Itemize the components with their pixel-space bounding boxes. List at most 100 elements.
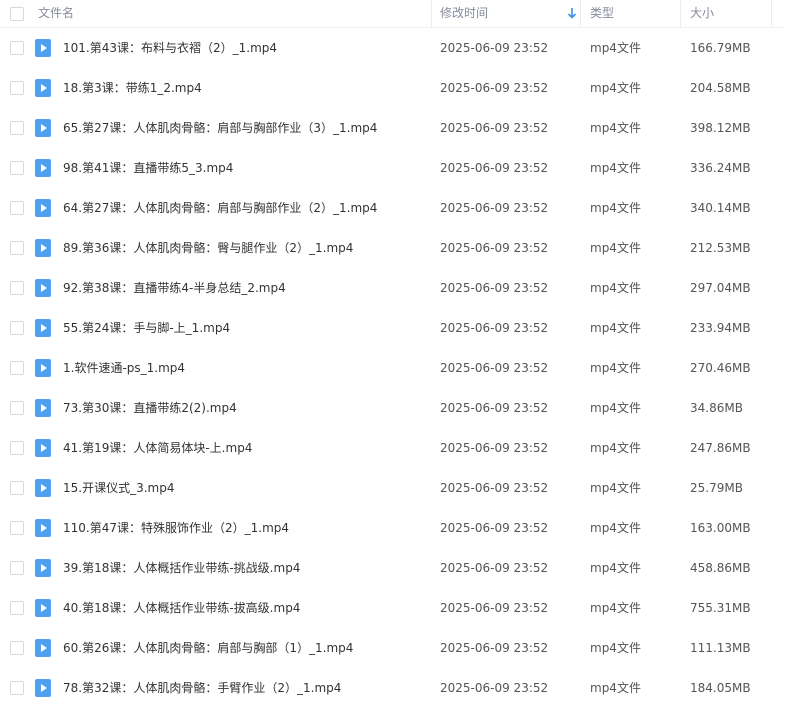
file-row[interactable]: 41.第19课：人体简易体块-上.mp4 2025-06-09 23:52 mp4文… xyxy=(0,428,785,468)
file-size: 233.94MB xyxy=(690,321,751,335)
row-checkbox[interactable] xyxy=(10,601,24,615)
file-size: 297.04MB xyxy=(690,281,751,295)
video-file-icon xyxy=(35,159,51,177)
file-name[interactable]: 41.第19课：人体简易体块-上.mp4 xyxy=(63,428,423,468)
file-name[interactable]: 1.软件速通-ps_1.mp4 xyxy=(63,348,423,388)
file-name[interactable]: 110.第47课：特殊服饰作业（2）_1.mp4 xyxy=(63,508,423,548)
row-checkbox[interactable] xyxy=(10,401,24,415)
row-checkbox[interactable] xyxy=(10,281,24,295)
file-row[interactable]: 39.第18课：人体概括作业带练-挑战级.mp4 2025-06-09 23:52… xyxy=(0,548,785,588)
video-file-icon xyxy=(35,439,51,457)
video-file-icon xyxy=(35,119,51,137)
file-row[interactable]: 55.第24课：手与脚-上_1.mp4 2025-06-09 23:52 mp4文件… xyxy=(0,308,785,348)
file-name[interactable]: 92.第38课：直播带练4-半身总结_2.mp4 xyxy=(63,268,423,308)
row-checkbox[interactable] xyxy=(10,201,24,215)
arrow-down-icon[interactable] xyxy=(567,5,577,21)
file-name[interactable]: 18.第3课：带练1_2.mp4 xyxy=(63,68,423,108)
file-row[interactable]: 65.第27课：人体肌肉骨骼：肩部与胸部作业（3）_1.mp4 2025-06-0… xyxy=(0,108,785,148)
row-checkbox[interactable] xyxy=(10,681,24,695)
row-checkbox[interactable] xyxy=(10,81,24,95)
file-row[interactable]: 101.第43课：布料与衣褶（2）_1.mp4 2025-06-09 23:52 m… xyxy=(0,28,785,68)
file-size: 340.14MB xyxy=(690,201,751,215)
video-file-icon xyxy=(35,319,51,337)
file-name[interactable]: 101.第43课：布料与衣褶（2）_1.mp4 xyxy=(63,28,423,68)
column-header-date[interactable]: 修改时间 xyxy=(440,0,581,27)
file-row[interactable]: 98.第41课：直播带练5_3.mp4 2025-06-09 23:52 mp4文件… xyxy=(0,148,785,188)
file-size: 247.86MB xyxy=(690,441,751,455)
file-modified-date: 2025-06-09 23:52 xyxy=(440,121,549,135)
file-row[interactable]: 110.第47课：特殊服饰作业（2）_1.mp4 2025-06-09 23:52… xyxy=(0,508,785,548)
row-checkbox[interactable] xyxy=(10,361,24,375)
row-checkbox[interactable] xyxy=(10,521,24,535)
file-row[interactable]: 73.第30课：直播带练2(2).mp4 2025-06-09 23:52 mp4文… xyxy=(0,388,785,428)
file-size: 270.46MB xyxy=(690,361,751,375)
file-type: mp4文件 xyxy=(590,441,641,455)
file-name[interactable]: 55.第24课：手与脚-上_1.mp4 xyxy=(63,308,423,348)
video-file-icon xyxy=(35,599,51,617)
video-file-icon xyxy=(35,519,51,537)
file-name[interactable]: 98.第41课：直播带练5_3.mp4 xyxy=(63,148,423,188)
file-type: mp4文件 xyxy=(590,601,641,615)
row-checkbox[interactable] xyxy=(10,561,24,575)
file-modified-date: 2025-06-09 23:52 xyxy=(440,161,549,175)
video-file-icon xyxy=(35,479,51,497)
file-row[interactable]: 89.第36课：人体肌肉骨骼：臀与腿作业（2）_1.mp4 2025-06-09 … xyxy=(0,228,785,268)
file-size: 755.31MB xyxy=(690,601,751,615)
file-row[interactable]: 15.开课仪式_3.mp4 2025-06-09 23:52 mp4文件 25.79M… xyxy=(0,468,785,508)
row-checkbox[interactable] xyxy=(10,161,24,175)
file-size: 184.05MB xyxy=(690,681,751,695)
column-header-type[interactable]: 类型 xyxy=(590,0,681,27)
row-checkbox[interactable] xyxy=(10,121,24,135)
file-modified-date: 2025-06-09 23:52 xyxy=(440,201,549,215)
file-type: mp4文件 xyxy=(590,361,641,375)
file-modified-date: 2025-06-09 23:52 xyxy=(440,481,549,495)
file-name[interactable]: 64.第27课：人体肌肉骨骼：肩部与胸部作业（2）_1.mp4 xyxy=(63,188,423,228)
file-type: mp4文件 xyxy=(590,521,641,535)
file-row[interactable]: 78.第32课：人体肌肉骨骼：手臂作业（2）_1.mp4 2025-06-09 2… xyxy=(0,668,785,708)
file-modified-date: 2025-06-09 23:52 xyxy=(440,41,549,55)
file-type: mp4文件 xyxy=(590,121,641,135)
file-name[interactable]: 40.第18课：人体概括作业带练-拔高级.mp4 xyxy=(63,588,423,628)
file-row[interactable]: 40.第18课：人体概括作业带练-拔高级.mp4 2025-06-09 23:52… xyxy=(0,588,785,628)
file-name[interactable]: 89.第36课：人体肌肉骨骼：臀与腿作业（2）_1.mp4 xyxy=(63,228,423,268)
file-name[interactable]: 15.开课仪式_3.mp4 xyxy=(63,468,423,508)
row-checkbox[interactable] xyxy=(10,321,24,335)
file-modified-date: 2025-06-09 23:52 xyxy=(440,281,549,295)
file-size: 458.86MB xyxy=(690,561,751,575)
file-name[interactable]: 60.第26课：人体肌肉骨骼：肩部与胸部（1）_1.mp4 xyxy=(63,628,423,668)
file-row[interactable]: 1.软件速通-ps_1.mp4 2025-06-09 23:52 mp4文件 270.… xyxy=(0,348,785,388)
file-type: mp4文件 xyxy=(590,41,641,55)
file-name[interactable]: 65.第27课：人体肌肉骨骼：肩部与胸部作业（3）_1.mp4 xyxy=(63,108,423,148)
file-row[interactable]: 60.第26课：人体肌肉骨骼：肩部与胸部（1）_1.mp4 2025-06-09 … xyxy=(0,628,785,668)
select-all-checkbox[interactable] xyxy=(10,7,24,21)
video-file-icon xyxy=(35,679,51,697)
video-file-icon xyxy=(35,39,51,57)
file-size: 336.24MB xyxy=(690,161,751,175)
file-modified-date: 2025-06-09 23:52 xyxy=(440,641,549,655)
file-row[interactable]: 18.第3课：带练1_2.mp4 2025-06-09 23:52 mp4文件 204… xyxy=(0,68,785,108)
column-header-name[interactable]: 文件名 xyxy=(38,0,432,27)
row-checkbox[interactable] xyxy=(10,441,24,455)
file-name[interactable]: 39.第18课：人体概括作业带练-挑战级.mp4 xyxy=(63,548,423,588)
file-size: 398.12MB xyxy=(690,121,751,135)
row-checkbox[interactable] xyxy=(10,641,24,655)
file-size: 204.58MB xyxy=(690,81,751,95)
file-type: mp4文件 xyxy=(590,161,641,175)
row-checkbox[interactable] xyxy=(10,41,24,55)
file-modified-date: 2025-06-09 23:52 xyxy=(440,521,549,535)
file-size: 166.79MB xyxy=(690,41,751,55)
file-type: mp4文件 xyxy=(590,641,641,655)
file-row[interactable]: 92.第38课：直播带练4-半身总结_2.mp4 2025-06-09 23:52… xyxy=(0,268,785,308)
file-size: 34.86MB xyxy=(690,401,743,415)
column-header-size[interactable]: 大小 xyxy=(690,0,772,27)
file-type: mp4文件 xyxy=(590,81,641,95)
file-name[interactable]: 73.第30课：直播带练2(2).mp4 xyxy=(63,388,423,428)
file-row[interactable]: 64.第27课：人体肌肉骨骼：肩部与胸部作业（2）_1.mp4 2025-06-0… xyxy=(0,188,785,228)
video-file-icon xyxy=(35,79,51,97)
file-name[interactable]: 78.第32课：人体肌肉骨骼：手臂作业（2）_1.mp4 xyxy=(63,668,423,708)
file-size: 25.79MB xyxy=(690,481,743,495)
row-checkbox[interactable] xyxy=(10,241,24,255)
row-checkbox[interactable] xyxy=(10,481,24,495)
file-modified-date: 2025-06-09 23:52 xyxy=(440,241,549,255)
video-file-icon xyxy=(35,399,51,417)
